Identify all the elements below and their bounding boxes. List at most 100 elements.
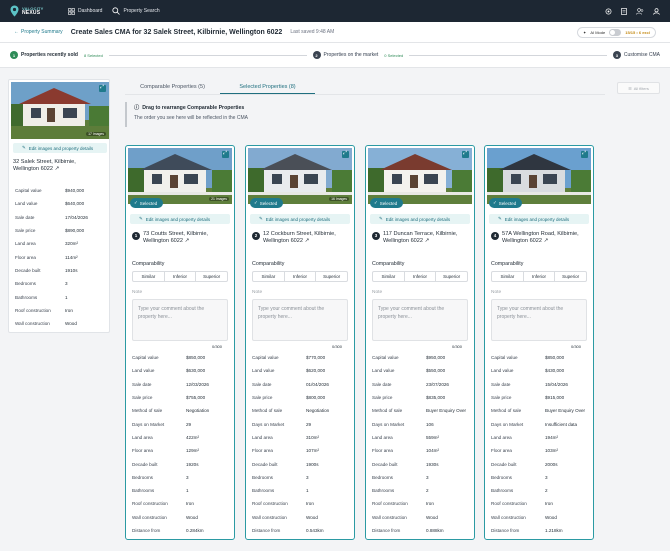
user-account-icon[interactable] (652, 7, 660, 15)
pencil-icon: ✎ (498, 216, 502, 221)
note-textarea[interactable]: Type your comment about the property her… (132, 299, 228, 341)
settings-icon[interactable] (604, 7, 612, 15)
option-inferior[interactable]: Inferior (285, 272, 317, 281)
tab-selected-properties[interactable]: Selected Properties (8) (220, 81, 315, 94)
option-similar[interactable]: Similar (373, 272, 405, 281)
address-line1: 117 Duncan Terrace, Kilbirnie, (383, 231, 458, 237)
detail-row: Land area 422m² (132, 434, 200, 440)
users-icon[interactable] (636, 7, 644, 15)
detail-row: Method of sale Buyer Enquiry Over (491, 408, 586, 414)
option-superior[interactable]: Superior (196, 272, 227, 281)
logo[interactable]: VALOCITY NEXUS (10, 5, 58, 17)
step-customise-cma[interactable]: 3 Customise CMA (612, 51, 660, 59)
detail-row: Bedrooms 3 (15, 281, 68, 287)
option-inferior[interactable]: Inferior (405, 272, 437, 281)
notice-text: The order you see here will be reflected… (134, 115, 248, 121)
comparability-selector: Similar Inferior Superior (252, 271, 348, 282)
detail-row: Decade built 1900s (252, 461, 319, 467)
expand-icon[interactable] (462, 150, 469, 158)
external-link-icon[interactable]: ↗ (305, 238, 310, 244)
detail-row: Sale date 23/07/2026 (372, 381, 449, 387)
info-icon: ⓘ (134, 105, 140, 111)
property-photo[interactable] (487, 148, 591, 204)
address-line1: 32 Salek Street, Kilbirnie, (13, 159, 76, 165)
page-header: ← Property Summary Create Sales CMA for … (0, 22, 670, 43)
detail-row: Capital value $950,000 (372, 355, 446, 361)
detail-row: Roof construction Iron (15, 307, 73, 313)
option-inferior[interactable]: Inferior (524, 272, 556, 281)
detail-row: Distance from 0.284km (132, 528, 204, 533)
external-link-icon[interactable]: ↗ (185, 238, 190, 244)
document-icon[interactable] (620, 7, 628, 15)
comparable-card[interactable]: ✓Selected ✎Edit images and property detai… (484, 145, 594, 540)
comparable-card[interactable]: ✓Selected ✎Edit images and property detai… (365, 145, 475, 540)
external-link-icon[interactable]: ↗ (425, 238, 430, 244)
edit-images-button[interactable]: ✎ Edit images and property details (489, 214, 589, 224)
expand-icon[interactable] (342, 150, 349, 158)
option-similar[interactable]: Similar (133, 272, 165, 281)
detail-row: Floor area 107m² (252, 448, 320, 454)
edit-images-button[interactable]: ✎ Edit images and property details (370, 214, 470, 224)
option-superior[interactable]: Superior (316, 272, 347, 281)
comparable-card[interactable]: 21 Images ✓Selected ✎Edit images and prope… (125, 145, 235, 540)
detail-row: Wall construction Wood (15, 321, 77, 327)
ai-mode-toggle[interactable] (609, 28, 622, 36)
step-label: Customise CMA (623, 52, 660, 58)
subject-property-photo[interactable]: 17 Images (11, 82, 109, 139)
selected-badge[interactable]: ✓ Selected (370, 198, 404, 208)
all-filters-button[interactable]: ☰ All filters (617, 82, 660, 94)
back-to-property-summary-link[interactable]: ← Property Summary (14, 29, 63, 35)
expand-icon[interactable] (99, 84, 106, 92)
edit-images-button[interactable]: ✎ Edit images and property details (130, 214, 230, 224)
step-divider (409, 54, 607, 56)
detail-row: Floor area 114m² (15, 254, 78, 260)
card-address: 2 12 Cockburn Street, Kilbirnie, Wellingto… (252, 231, 352, 245)
nav-dashboard-label: Dashboard (78, 8, 103, 14)
selected-badge[interactable]: ✓ Selected (250, 198, 284, 208)
edit-images-button[interactable]: ✎ Edit images and property details (250, 214, 350, 224)
selected-badge[interactable]: ✓ Selected (489, 198, 523, 208)
selected-badge[interactable]: ✓ Selected (130, 198, 164, 208)
property-photo[interactable]: 21 Images (128, 148, 232, 204)
step-number: 2 (312, 51, 321, 59)
step-properties-on-market[interactable]: 2 Properties on the market 0 Selected (312, 51, 403, 59)
subject-details: Capital value $940,000 Land value $640,000… (15, 184, 109, 330)
detail-row: Days on Market Insufficient data (491, 421, 578, 427)
property-photo[interactable] (368, 148, 472, 204)
detail-row: Bedrooms 3 (132, 474, 189, 480)
option-superior[interactable]: Superior (436, 272, 467, 281)
property-photo[interactable]: 16 Images (248, 148, 352, 204)
property-tabs: Comparable Properties (5) Selected Prope… (125, 81, 605, 95)
detail-row: Wall construction Wood (252, 514, 318, 520)
detail-row: Floor area 104m² (372, 448, 440, 454)
note-textarea[interactable]: Type your comment about the property her… (491, 299, 587, 341)
expand-icon[interactable] (581, 150, 588, 158)
option-superior[interactable]: Superior (555, 272, 586, 281)
filter-icon: ☰ (628, 85, 632, 91)
option-similar[interactable]: Similar (253, 272, 285, 281)
all-filters-label: All filters (633, 85, 649, 91)
detail-row: Bathrooms 1 (132, 488, 189, 494)
detail-row: Sale price $800,000 (252, 395, 326, 401)
detail-row: Decade built 2000s (491, 461, 558, 467)
note-textarea[interactable]: Type your comment about the property her… (372, 299, 468, 341)
drag-notice: ⓘ Drag to rearrange Comparable Properties… (125, 102, 387, 127)
option-inferior[interactable]: Inferior (165, 272, 197, 281)
nav-dashboard[interactable]: Dashboard (68, 7, 103, 15)
tab-comparable-properties[interactable]: Comparable Properties (5) (125, 81, 220, 94)
option-similar[interactable]: Similar (492, 272, 524, 281)
detail-row: Method of sale Negotiation (132, 408, 210, 414)
expand-icon[interactable] (222, 150, 229, 158)
logo-line2: NEXUS (22, 10, 41, 16)
note-textarea[interactable]: Type your comment about the property her… (252, 299, 348, 341)
comparable-card[interactable]: 16 Images ✓Selected ✎Edit images and prope… (245, 145, 355, 540)
step-properties-recently-sold[interactable]: 1 Properties recently sold 8 Selected (10, 51, 103, 59)
sparkle-icon: ✦ (582, 29, 587, 35)
external-link-icon[interactable]: ↗ (544, 238, 549, 244)
nav-property-search[interactable]: Property Search (112, 7, 160, 15)
external-link-icon[interactable]: ↗ (55, 166, 60, 172)
detail-row: Distance from 1.218km (491, 528, 563, 533)
check-icon: ✓ (374, 200, 378, 205)
edit-images-button[interactable]: ✎ Edit images and property details (13, 143, 107, 153)
detail-row: Land value $430,000 (491, 368, 565, 374)
